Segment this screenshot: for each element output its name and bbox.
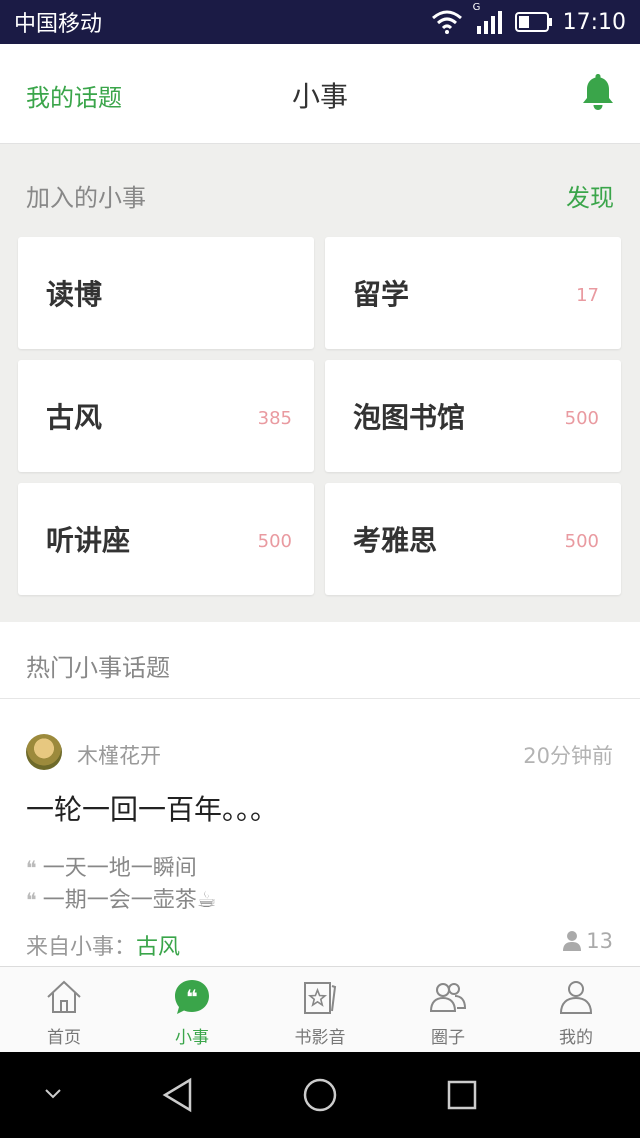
quote-mark-icon: ❝ [26, 856, 37, 880]
discover-link[interactable]: 发现 [566, 178, 614, 213]
status-icons: G 17:10 [431, 2, 626, 35]
topic-card-name: 考雅思 [353, 524, 438, 557]
carrier-name: 中国移动 [14, 12, 103, 37]
bottom-nav: 首页 ❝ 小事 书影音 圈子 我的 [0, 966, 640, 1052]
topic-card[interactable]: 古风 385 [18, 360, 314, 472]
quote-mark-icon: ❝ [26, 888, 37, 912]
quote-bubble-icon: ❝ [175, 980, 209, 1014]
joined-section-header: 加入的小事 发现 [0, 145, 640, 235]
wifi-icon [431, 10, 462, 34]
joined-section-title: 加入的小事 [26, 184, 146, 212]
group-icon [429, 983, 467, 1012]
profile-icon [559, 981, 593, 1014]
status-bar: 中国移动 G 17:10 [0, 0, 640, 44]
topic-card-count: 500 [564, 408, 599, 429]
bell-icon[interactable] [582, 72, 614, 112]
topic-card[interactable]: 读博 [18, 237, 314, 349]
book-film-music-icon [304, 982, 337, 1014]
nav-item-xiaoshi[interactable]: ❝ 小事 [128, 967, 256, 1052]
nav-label: 圈子 [431, 1028, 465, 1048]
topic-card-count: 500 [257, 531, 292, 552]
nav-item-home[interactable]: 首页 [0, 967, 128, 1052]
nav-label: 小事 [175, 1028, 209, 1048]
post-source-label: 来自小事： [26, 935, 137, 960]
recent-apps-icon[interactable] [446, 1079, 478, 1111]
post-quote-line: ❝ 一期一会一壶茶☕ [26, 882, 217, 914]
topic-card[interactable]: 听讲座 500 [18, 483, 314, 595]
topic-card[interactable]: 留学 17 [325, 237, 621, 349]
hot-section-title: 热门小事话题 [0, 622, 640, 699]
app-header: 我的话题 小事 [0, 44, 640, 144]
post-members: 13 [562, 929, 613, 953]
home-circle-icon[interactable] [302, 1077, 338, 1113]
topic-card-count: 500 [564, 531, 599, 552]
quote-text: 一天一地一瞬间 [42, 856, 197, 881]
avatar[interactable] [26, 734, 62, 770]
topic-card-name: 读博 [46, 278, 103, 311]
page-title: 小事 [291, 80, 348, 113]
signal-icon: G [473, 2, 505, 34]
nav-label: 首页 [47, 1028, 81, 1048]
topic-card-count: 385 [257, 408, 292, 429]
hot-topics-section: 热门小事话题 木槿花开 20分钟前 一轮一回一百年。。。 ❝ 一天一地一瞬间 ❝ 一… [0, 622, 640, 966]
post-source-link[interactable]: 古风 [136, 935, 180, 960]
topic-card-name: 泡图书馆 [353, 401, 466, 434]
topic-card[interactable]: 考雅思 500 [325, 483, 621, 595]
nav-label: 书影音 [294, 1028, 346, 1048]
post-author[interactable]: 木槿花开 [77, 740, 161, 770]
post-member-count: 13 [586, 929, 613, 953]
chevron-down-icon[interactable] [42, 1086, 64, 1102]
battery-icon [514, 12, 552, 32]
svg-text:❝: ❝ [186, 985, 198, 1009]
back-icon[interactable] [160, 1077, 196, 1113]
status-time: 17:10 [562, 9, 626, 35]
home-icon [47, 980, 81, 1013]
post-source: 来自小事：古风 [26, 929, 180, 961]
topic-card-name: 听讲座 [46, 524, 131, 557]
system-nav-bar [0, 1052, 640, 1138]
nav-item-groups[interactable]: 圈子 [384, 967, 512, 1052]
nav-label: 我的 [559, 1028, 593, 1048]
nav-item-books-films-music[interactable]: 书影音 [256, 967, 384, 1052]
post-time: 20分钟前 [523, 744, 613, 768]
topic-card-name: 留学 [353, 278, 410, 311]
quote-text: 一期一会一壶茶☕ [42, 888, 217, 913]
topic-card[interactable]: 泡图书馆 500 [325, 360, 621, 472]
person-icon [563, 931, 582, 951]
topic-card-count: 17 [576, 285, 599, 306]
nav-item-profile[interactable]: 我的 [512, 967, 640, 1052]
post-quote-line: ❝ 一天一地一瞬间 [26, 850, 197, 882]
topic-card-name: 古风 [46, 401, 103, 434]
post-title[interactable]: 一轮一回一百年。。。 [26, 788, 278, 828]
